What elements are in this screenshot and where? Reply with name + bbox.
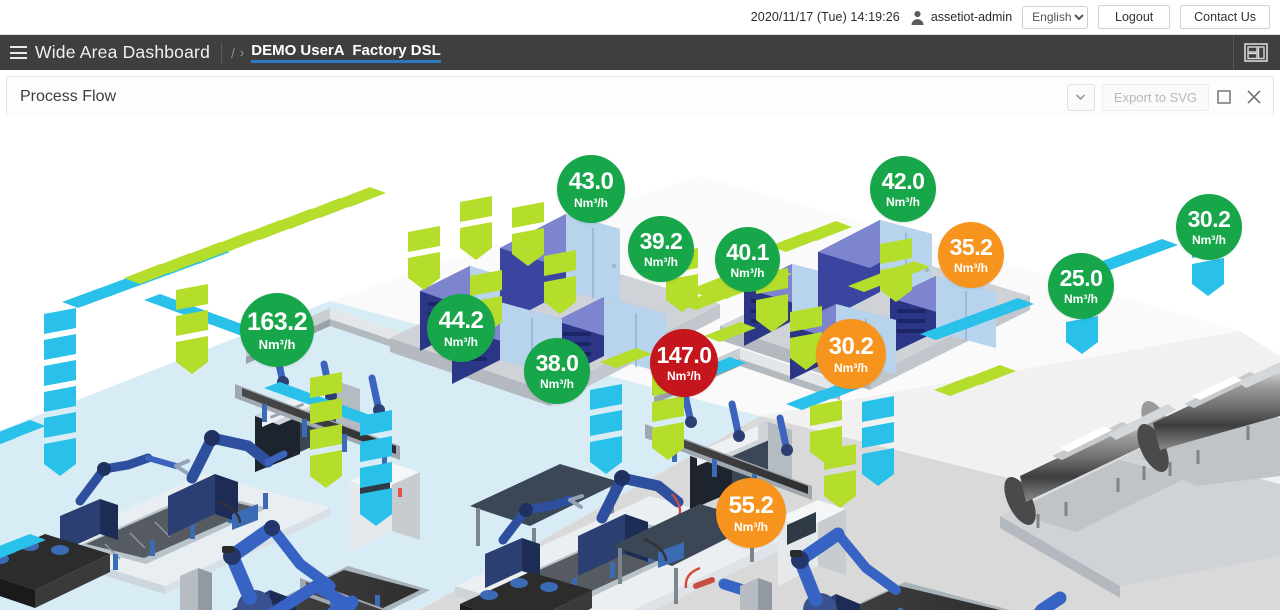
contact-us-button[interactable]: Contact Us [1180, 5, 1270, 29]
flow-value: 30.2 [1187, 206, 1231, 232]
flow-value-bubble[interactable]: 55.2 Nm³/h [716, 478, 786, 548]
flow-unit: Nm³/h [886, 195, 920, 209]
flow-unit: Nm³/h [1192, 233, 1226, 247]
flow-value-bubble[interactable]: 42.0 Nm³/h [870, 156, 936, 222]
flow-value-bubble[interactable]: 25.0 Nm³/h [1048, 253, 1114, 319]
chevron-down-icon[interactable] [1066, 83, 1095, 111]
maximize-window-icon[interactable] [1209, 82, 1239, 112]
flow-value: 35.2 [949, 234, 993, 260]
flow-unit: Nm³/h [258, 336, 296, 352]
logout-button[interactable]: Logout [1098, 5, 1171, 29]
flow-value: 147.0 [656, 342, 712, 368]
flow-value: 30.2 [828, 332, 874, 360]
flow-value: 163.2 [246, 307, 308, 336]
flow-unit: Nm³/h [734, 519, 768, 534]
export-to-svg-button[interactable]: Export to SVG [1101, 83, 1209, 111]
breadcrumb-current[interactable]: DEMO UserA Factory DSL [251, 42, 441, 63]
page-title: Wide Area Dashboard [35, 42, 211, 62]
flow-unit: Nm³/h [667, 369, 701, 383]
flow-value-bubble[interactable]: 40.1 Nm³/h [715, 227, 780, 292]
flow-value-bubble[interactable]: 147.0 Nm³/h [650, 329, 718, 397]
flow-value-bubble[interactable]: 163.2 Nm³/h [240, 293, 314, 367]
flow-value: 42.0 [881, 168, 925, 194]
user-avatar-icon [911, 10, 924, 25]
navigation-bar: Wide Area Dashboard / › DEMO UserA Facto… [0, 35, 1280, 70]
current-datetime: 2020/11/17 (Tue) 14:19:26 [750, 10, 900, 24]
flow-value: 43.0 [568, 167, 614, 195]
flow-value: 44.2 [438, 306, 484, 334]
flow-unit: Nm³/h [540, 377, 574, 391]
panel-toolbar: Process Flow Export to SVG [6, 76, 1274, 118]
flow-unit: Nm³/h [644, 255, 678, 269]
diagram-illustration [0, 176, 1280, 610]
flow-unit: Nm³/h [730, 265, 765, 280]
flow-value: 55.2 [728, 491, 774, 519]
hamburger-menu-icon[interactable] [10, 46, 27, 59]
breadcrumb-separator: / [221, 41, 235, 64]
flow-value: 39.2 [639, 228, 683, 254]
flow-value: 40.1 [726, 238, 769, 265]
flow-value-bubble[interactable]: 43.0 Nm³/h [557, 155, 625, 223]
flow-value-bubble[interactable]: 38.0 Nm³/h [524, 338, 590, 404]
chevron-right-icon: › [239, 45, 245, 60]
factory-process-flow-diagram[interactable]: 163.2 Nm³/h 43.0 Nm³/h 44.2 Nm³/h 39.2 Nm³/h 38.… [0, 116, 1280, 610]
close-icon[interactable] [1239, 82, 1269, 112]
user-name: assetiot-admin [930, 10, 1013, 24]
flow-value-bubble[interactable]: 44.2 Nm³/h [427, 294, 495, 362]
panel-title: Process Flow [20, 88, 117, 105]
flow-unit: Nm³/h [954, 261, 988, 275]
language-select[interactable]: English [1022, 5, 1089, 29]
split-layout-icon[interactable] [1244, 43, 1268, 62]
user-block: assetiot-admin [910, 10, 1012, 25]
flow-unit: Nm³/h [1064, 292, 1098, 306]
flow-value: 25.0 [1059, 265, 1103, 291]
flow-unit: Nm³/h [444, 334, 478, 349]
flow-value-bubble[interactable]: 39.2 Nm³/h [628, 216, 694, 282]
flow-unit: Nm³/h [574, 195, 608, 210]
flow-value-bubble[interactable]: 30.2 Nm³/h [1176, 194, 1242, 260]
flow-value: 38.0 [535, 350, 579, 376]
flow-unit: Nm³/h [834, 360, 868, 375]
nav-right-actions [1233, 35, 1280, 70]
flow-value-bubble[interactable]: 35.2 Nm³/h [938, 222, 1004, 288]
flow-value-bubble[interactable]: 30.2 Nm³/h [816, 319, 886, 389]
top-bar: 2020/11/17 (Tue) 14:19:26 assetiot-admin… [0, 0, 1280, 35]
